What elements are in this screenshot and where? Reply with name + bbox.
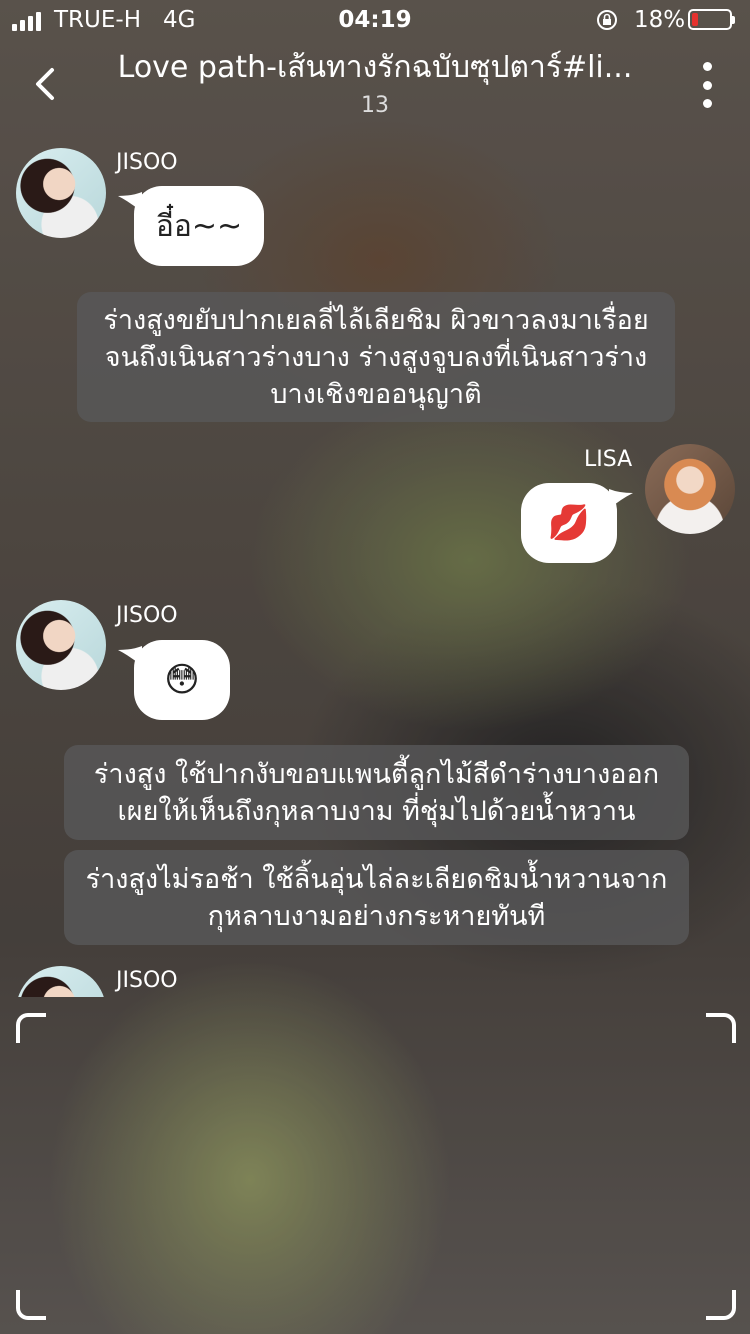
narration-box: ร่างสูง ใช้ปากงับขอบแพนตี้ลูกไม้สีดำร่าง… (64, 745, 689, 840)
sender-name: LISA (584, 447, 633, 472)
tap-to-continue-area[interactable] (16, 1013, 736, 1320)
narration-text: ร่างสูงขยับปากเยลลี่ไล้เลียชิม ผิวขาวลงม… (103, 304, 649, 410)
narration-box: ร่างสูงขยับปากเยลลี่ไล้เลียชิม ผิวขาวลงม… (77, 292, 675, 422)
episode-count: 13 (361, 93, 389, 118)
rotation-lock-icon (597, 10, 617, 30)
narration-box: ร่างสูงไม่รอช้า ใช้ลิ้นอุ่นไล่ละเลียดชิม… (64, 850, 689, 945)
narration-text: ร่างสูง ใช้ปากงับขอบแพนตี้ลูกไม้สีดำร่าง… (93, 758, 660, 827)
message-text: อี๋อ~~ (155, 208, 243, 244)
message-bubble[interactable]: 💋 (521, 483, 633, 563)
avatar-jisoo[interactable] (16, 966, 106, 997)
sender-name: JISOO (116, 150, 178, 175)
sender-name: JISOO (116, 968, 178, 993)
avatar-jisoo[interactable] (16, 600, 106, 690)
more-vertical-icon[interactable] (696, 62, 718, 108)
avatar-lisa[interactable] (645, 444, 735, 534)
battery-icon (688, 9, 735, 30)
battery-percent: 18% (634, 7, 686, 33)
status-bar: TRUE-H 4G 04:19 18% (0, 0, 750, 40)
narration-text: ร่างสูงไม่รอช้า ใช้ลิ้นอุ่นไล่ละเลียดชิม… (85, 863, 668, 932)
partial-message: JISOO (0, 960, 750, 997)
message-bubble[interactable]: 😳 (118, 640, 230, 720)
avatar-jisoo[interactable] (16, 148, 106, 238)
message-text: 💋 (547, 503, 591, 543)
sender-name: JISOO (116, 603, 178, 628)
message-bubble[interactable]: อี๋อ~~ (118, 186, 264, 266)
message-text: 😳 (164, 660, 200, 700)
page-title: Love path-เส้นทางรักฉบับซุปตาร์#li... (117, 50, 633, 85)
